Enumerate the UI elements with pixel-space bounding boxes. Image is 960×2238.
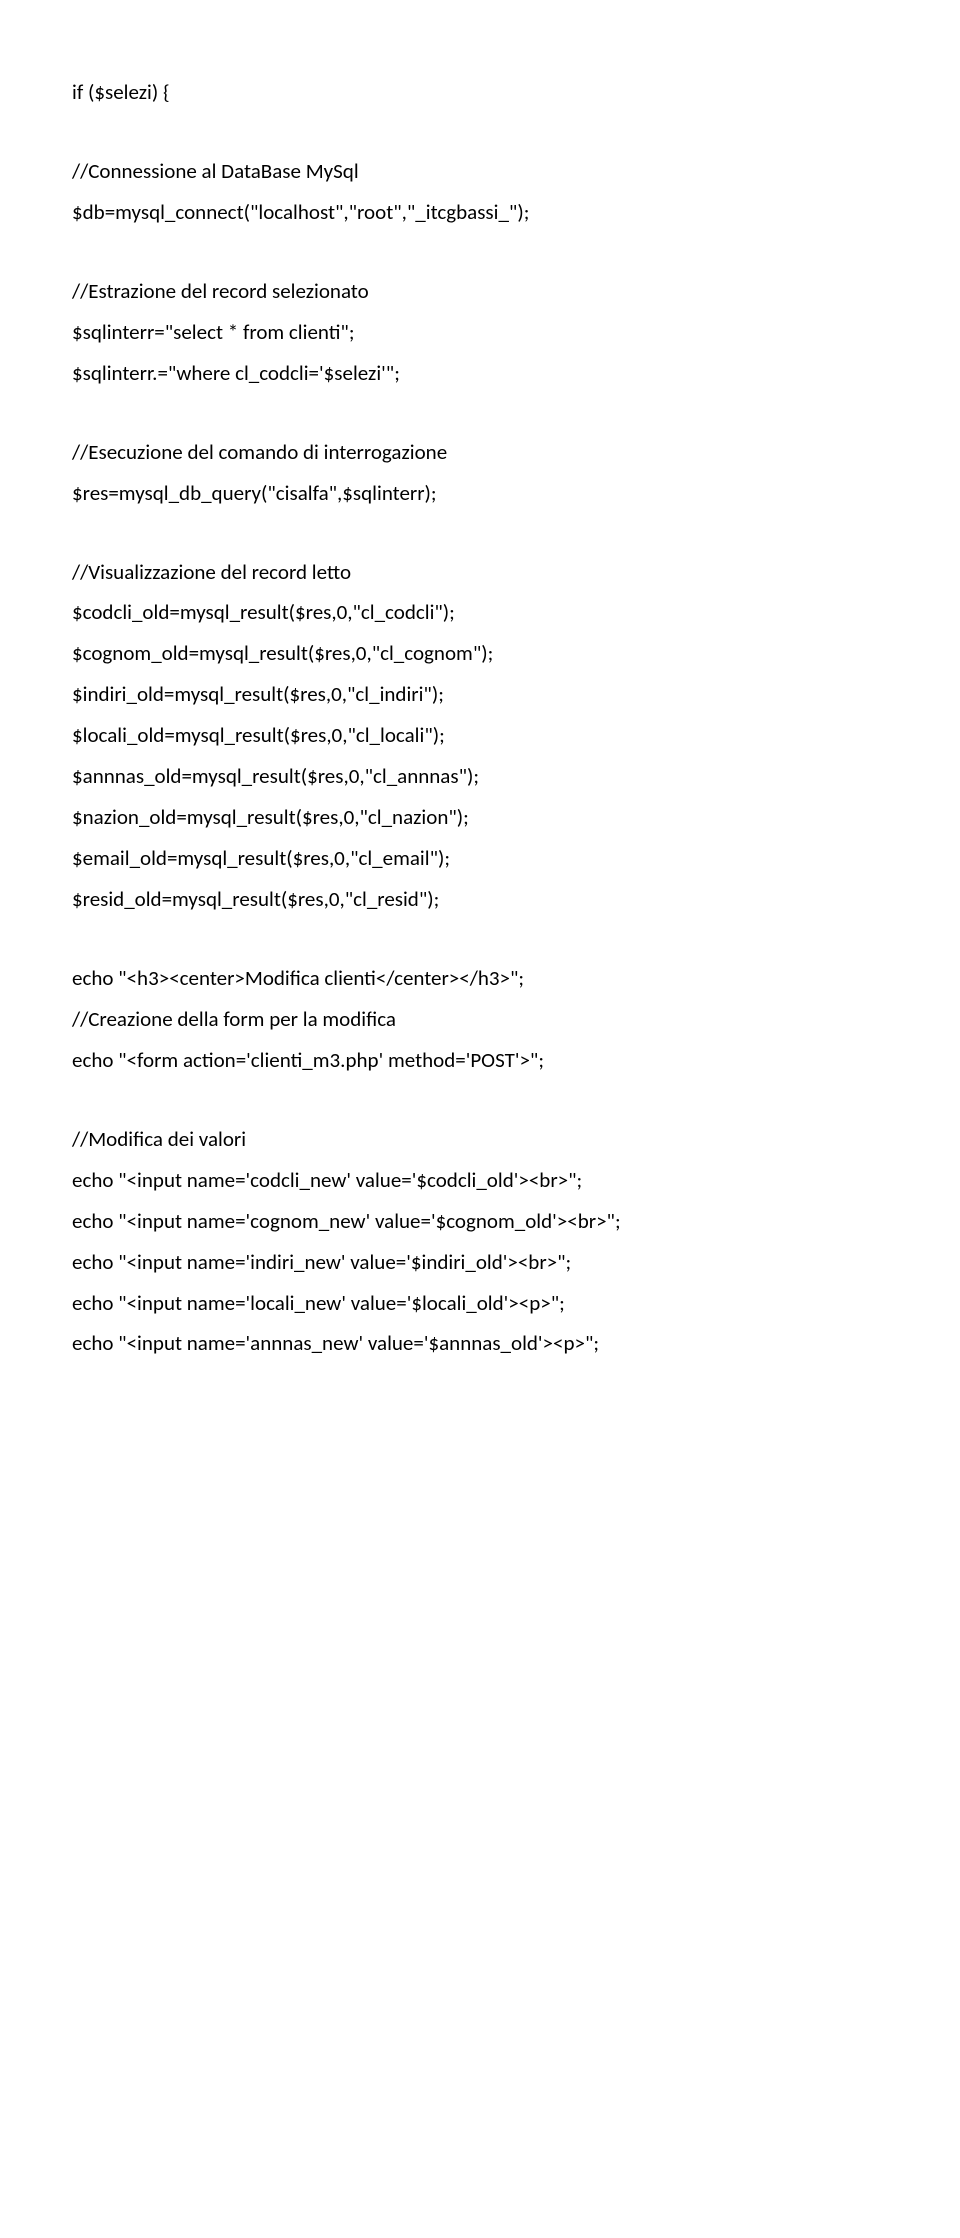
blank-line [72, 920, 888, 958]
code-line: $res=mysql_db_query("cisalfa",$sqlinterr… [72, 473, 888, 514]
code-line: //Modifica dei valori [72, 1119, 888, 1160]
code-line: $locali_old=mysql_result($res,0,"cl_loca… [72, 715, 888, 756]
document-body: if ($selezi) { //Connessione al DataBase … [72, 72, 888, 1364]
code-line: //Creazione della form per la modifica [72, 999, 888, 1040]
blank-line [72, 514, 888, 552]
blank-line [72, 1081, 888, 1119]
code-line: $email_old=mysql_result($res,0,"cl_email… [72, 838, 888, 879]
code-line: echo "<h3><center>Modifica clienti</cent… [72, 958, 888, 999]
code-line: $indiri_old=mysql_result($res,0,"cl_indi… [72, 674, 888, 715]
blank-line [72, 233, 888, 271]
code-line: echo "<input name='locali_new' value='$l… [72, 1283, 888, 1324]
code-line: echo "<form action='clienti_m3.php' meth… [72, 1040, 888, 1081]
code-line: $codcli_old=mysql_result($res,0,"cl_codc… [72, 592, 888, 633]
code-line: $resid_old=mysql_result($res,0,"cl_resid… [72, 879, 888, 920]
code-line: //Estrazione del record selezionato [72, 271, 888, 312]
code-line: //Visualizzazione del record letto [72, 552, 888, 593]
code-line: echo "<input name='indiri_new' value='$i… [72, 1242, 888, 1283]
code-line: if ($selezi) { [72, 72, 888, 113]
code-line: echo "<input name='cognom_new' value='$c… [72, 1201, 888, 1242]
blank-line [72, 113, 888, 151]
code-line: echo "<input name='annnas_new' value='$a… [72, 1323, 888, 1364]
code-line: $cognom_old=mysql_result($res,0,"cl_cogn… [72, 633, 888, 674]
code-line: //Esecuzione del comando di interrogazio… [72, 432, 888, 473]
code-line: $nazion_old=mysql_result($res,0,"cl_nazi… [72, 797, 888, 838]
code-line: $annnas_old=mysql_result($res,0,"cl_annn… [72, 756, 888, 797]
code-line: echo "<input name='codcli_new' value='$c… [72, 1160, 888, 1201]
code-line: $sqlinterr="select * from clienti"; [72, 312, 888, 353]
blank-line [72, 394, 888, 432]
code-line: //Connessione al DataBase MySql [72, 151, 888, 192]
code-line: $db=mysql_connect("localhost","root","_i… [72, 192, 888, 233]
code-line: $sqlinterr.="where cl_codcli='$selezi'"; [72, 353, 888, 394]
